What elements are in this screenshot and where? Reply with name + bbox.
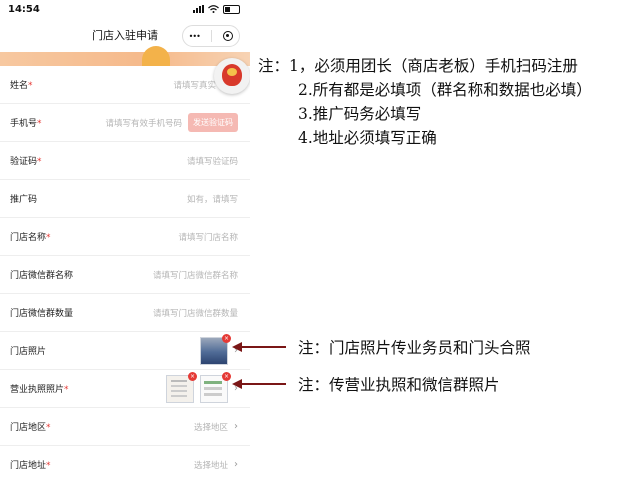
arrow-to-license-photo-icon — [232, 379, 286, 389]
close-target-icon[interactable] — [223, 31, 234, 41]
form-row-phone[interactable]: 手机号* 请填写有效手机号码 发送验证码 — [0, 104, 250, 142]
license-photo-thumbnail[interactable]: × — [166, 371, 197, 403]
form-row-name[interactable]: 姓名* 请填写真实 — [0, 66, 250, 104]
form-row-promo-code[interactable]: 推广码 如有，请填写 — [0, 180, 250, 218]
top-banner — [0, 46, 250, 66]
application-form: 姓名* 请填写真实 手机号* 请填写有效手机号码 发送验证码 验证码* 请填写验… — [0, 66, 250, 483]
row-label: 验证码* — [10, 157, 42, 167]
more-icon[interactable]: ••• — [189, 32, 201, 41]
store-name-input[interactable]: 请填写门店名称 — [178, 231, 238, 243]
wechat-group-count-input[interactable]: 请填写门店微信群数量 — [153, 307, 238, 319]
form-row-verify-code[interactable]: 验证码* 请填写验证码 — [0, 142, 250, 180]
row-label: 营业执照照片* — [10, 385, 69, 395]
chevron-right-icon: › — [234, 421, 238, 432]
floating-logo-avatar[interactable] — [214, 58, 250, 94]
arrow-to-store-photo-icon — [232, 342, 286, 352]
status-icons — [193, 4, 240, 14]
promo-code-input[interactable]: 如有，请填写 — [187, 193, 238, 205]
form-row-store-address[interactable]: 门店地址* 选择地址 › — [0, 446, 250, 483]
signal-icon — [193, 5, 204, 13]
status-time: 14:54 — [8, 3, 40, 15]
name-input[interactable]: 请填写真实 — [173, 79, 216, 91]
form-row-store-photo[interactable]: 门店照片 × › — [0, 332, 250, 370]
address-selector[interactable]: 选择地址 — [194, 459, 228, 471]
form-row-business-license[interactable]: 营业执照照片* × × › — [0, 370, 250, 408]
form-row-wechat-group-name[interactable]: 门店微信群名称 请填写门店微信群名称 — [0, 256, 250, 294]
battery-icon — [223, 4, 240, 14]
nav-bar: 门店入驻申请 ••• — [0, 18, 250, 52]
row-label: 门店微信群数量 — [10, 309, 74, 319]
wechat-group-name-input[interactable]: 请填写门店微信群名称 — [153, 269, 238, 281]
license-photo-note: 注：传营业执照和微信群照片 — [298, 376, 500, 394]
send-code-button[interactable]: 发送验证码 — [188, 113, 238, 132]
row-label: 门店地区* — [10, 423, 51, 433]
coin-graphic — [142, 46, 170, 66]
delete-photo-icon[interactable]: × — [222, 371, 231, 381]
verify-code-input[interactable]: 请填写验证码 — [187, 155, 238, 167]
store-photo-note: 注：门店照片传业务员和门头合照 — [298, 339, 531, 357]
main-instructions-note: 注：1，必须用团长（商店老板）手机扫码注册 2.所有都是必填项（群名称和数据也必… — [258, 57, 592, 147]
phone-screenshot: 14:54 门店入驻申请 ••• 姓名* 请填写真实 手机号* 请填写有效手机号… — [0, 0, 250, 483]
form-row-wechat-group-count[interactable]: 门店微信群数量 请填写门店微信群数量 — [0, 294, 250, 332]
chevron-right-icon: › — [234, 459, 238, 470]
logo-emblem-icon — [222, 64, 242, 86]
row-label: 门店照片 — [10, 347, 47, 357]
phone-input[interactable]: 请填写有效手机号码 — [105, 117, 182, 129]
row-label: 门店地址* — [10, 461, 51, 471]
row-label: 门店名称* — [10, 233, 51, 243]
row-label: 推广码 — [10, 195, 38, 205]
row-label: 手机号* — [10, 119, 42, 129]
delete-photo-icon[interactable]: × — [188, 371, 197, 381]
region-selector[interactable]: 选择地区 — [194, 421, 228, 433]
row-label: 姓名* — [10, 81, 33, 91]
store-photo-thumbnail[interactable]: × — [200, 333, 231, 365]
form-row-store-region[interactable]: 门店地区* 选择地区 › — [0, 408, 250, 446]
status-bar: 14:54 — [0, 0, 250, 18]
row-label: 门店微信群名称 — [10, 271, 74, 281]
wifi-icon — [208, 5, 219, 13]
mini-program-capsule: ••• — [182, 25, 240, 47]
form-row-store-name[interactable]: 门店名称* 请填写门店名称 — [0, 218, 250, 256]
delete-photo-icon[interactable]: × — [222, 333, 231, 343]
page-title: 门店入驻申请 — [92, 29, 158, 42]
wechat-group-photo-thumbnail[interactable]: × — [200, 371, 231, 403]
capsule-divider — [211, 30, 213, 42]
